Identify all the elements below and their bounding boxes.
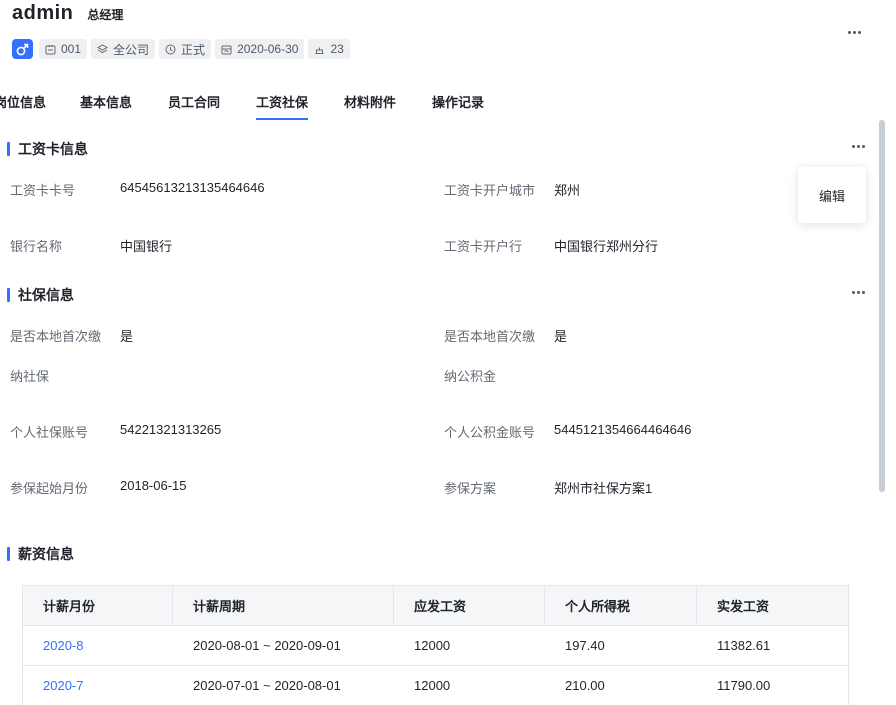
age: 23: [330, 42, 344, 56]
first-local-label: 是否本地首次缴: [10, 329, 102, 344]
fund-account-value: 5445121354664464646: [554, 422, 692, 437]
layers-icon: [97, 43, 109, 53]
salary-card-more-icon[interactable]: [852, 145, 865, 148]
clock-icon: [165, 44, 176, 54]
card-city-value: 郑州: [554, 183, 581, 198]
start-month-value: 2018-06-15: [120, 478, 187, 493]
salary-card-section-title: 工资卡信息: [7, 139, 88, 159]
social-insurance-label: 纳社保: [10, 369, 50, 384]
tab-position-info[interactable]: 岗位信息: [0, 92, 46, 120]
calendar-icon: [221, 45, 232, 54]
first-local-fund-value: 是: [554, 329, 568, 344]
table-header-row: 计薪月份 计薪周期 应发工资 个人所得税 实发工资: [23, 586, 848, 626]
card-no-label: 工资卡卡号: [10, 183, 76, 198]
table-row: 2020-8 2020-08-01 ~ 2020-09-01 12000 197…: [23, 626, 848, 666]
column-header-period: 计薪周期: [173, 586, 394, 625]
salary-gross: 12000: [414, 678, 451, 693]
tab-operation-log[interactable]: 操作记录: [432, 92, 484, 120]
column-header-tax: 个人所得税: [545, 586, 697, 625]
employee-name: admin: [12, 2, 74, 24]
salary-table: 计薪月份 计薪周期 应发工资 个人所得税 实发工资 2020-8 2020-08…: [22, 585, 849, 705]
salary-month-link[interactable]: 2020-8: [43, 638, 83, 653]
first-local-value: 是: [120, 329, 134, 344]
column-header-gross: 应发工资: [394, 586, 545, 625]
card-no-value: 64545613213135464646: [120, 180, 265, 195]
department: 全公司: [113, 42, 150, 57]
salary-period: 2020-08-01 ~ 2020-09-01: [193, 638, 341, 653]
department-chip: 全公司: [91, 39, 156, 59]
tab-contract[interactable]: 员工合同: [168, 92, 220, 120]
social-section-title: 社保信息: [7, 285, 74, 305]
salary-tax: 197.40: [565, 638, 605, 653]
table-row: 2020-7 2020-07-01 ~ 2020-08-01 12000 210…: [23, 666, 848, 705]
employee-chips: 001 全公司 正式 2020-06-30 23: [12, 39, 354, 59]
employee-id-chip: 001: [39, 39, 88, 59]
column-header-net: 实发工资: [717, 599, 770, 614]
salary-section-title: 薪资信息: [7, 544, 74, 564]
column-header-month: 计薪月份: [23, 586, 173, 625]
card-city-label: 工资卡开户城市: [444, 183, 536, 198]
tab-salary-social[interactable]: 工资社保: [256, 92, 309, 120]
social-account-value: 54221321313265: [120, 422, 222, 437]
status-chip: 正式: [159, 39, 212, 59]
male-icon: [12, 39, 33, 59]
bank-branch-value: 中国银行郑州分行: [554, 239, 659, 254]
hire-date: 2020-06-30: [237, 42, 299, 56]
employee-header: admin 总经理 001 全公司 正式 2020-06-30 23: [12, 2, 354, 59]
salary-tax: 210.00: [565, 678, 605, 693]
salary-gross: 12000: [414, 638, 451, 653]
bank-name-value: 中国银行: [120, 239, 173, 254]
header-more-icon[interactable]: [848, 31, 861, 34]
age-chip: 23: [308, 39, 350, 59]
first-local-fund-label: 是否本地首次缴: [444, 329, 536, 344]
profile-tabs: 岗位信息 基本信息 员工合同 工资社保 材料附件 操作记录: [0, 92, 484, 120]
section-marker: [7, 547, 10, 561]
employee-id: 001: [61, 42, 82, 56]
vertical-scrollbar[interactable]: [879, 120, 885, 492]
bank-branch-label: 工资卡开户行: [444, 239, 523, 254]
bank-name-label: 银行名称: [10, 239, 63, 254]
insurance-plan-label: 参保方案: [444, 481, 497, 496]
start-month-label: 参保起始月份: [10, 481, 89, 496]
fund-account-label: 个人公积金账号: [444, 425, 536, 440]
employment-status: 正式: [181, 42, 206, 57]
badge-icon: [45, 44, 56, 54]
tab-basic-info[interactable]: 基本信息: [80, 92, 132, 120]
section-marker: [7, 288, 10, 302]
salary-period: 2020-07-01 ~ 2020-08-01: [193, 678, 341, 693]
cake-icon: [315, 47, 324, 54]
social-more-icon[interactable]: [852, 291, 865, 294]
employee-title: 总经理: [87, 8, 124, 22]
actions-popover: 编辑: [798, 167, 866, 223]
salary-month-link[interactable]: 2020-7: [43, 678, 83, 693]
hire-date-chip: 2020-06-30: [215, 39, 305, 59]
edit-menu-item[interactable]: 编辑: [819, 186, 845, 205]
salary-net: 11790.00: [717, 678, 771, 693]
tab-attachments[interactable]: 材料附件: [344, 92, 396, 120]
housing-fund-label: 纳公积金: [444, 369, 497, 384]
insurance-plan-value: 郑州市社保方案1: [554, 481, 653, 496]
social-account-label: 个人社保账号: [10, 425, 89, 440]
salary-net: 11382.61: [717, 638, 771, 653]
section-marker: [7, 142, 10, 156]
